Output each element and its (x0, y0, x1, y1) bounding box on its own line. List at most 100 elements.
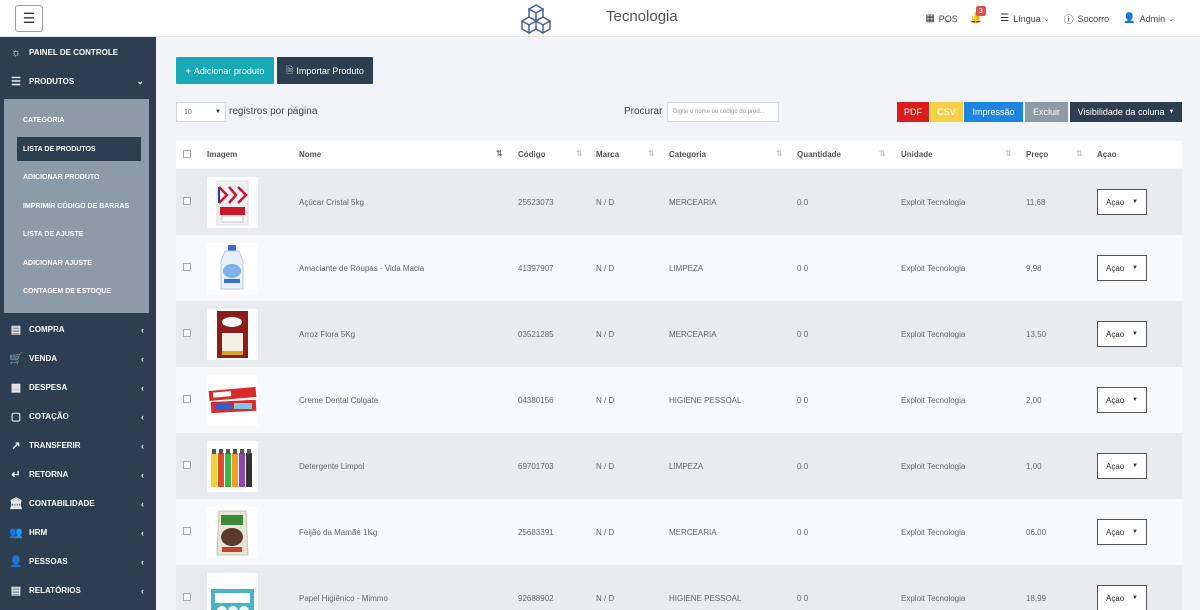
sidebar-item-people[interactable]: 👤 PESSOAS ‹ (0, 547, 156, 576)
row-checkbox[interactable] (183, 593, 191, 601)
product-brand: N / D (596, 396, 615, 405)
submenu-item-print-barcode[interactable]: IMPRIMIR CÓDIGO DE BARRAS (17, 194, 137, 218)
table-row: Feijão da Mamãe 1Kg 25683391 N / D MERCE… (176, 499, 1182, 565)
hamburger-menu-button[interactable]: ☰ (15, 5, 43, 32)
sort-icon[interactable]: ⇅ (496, 149, 503, 158)
submenu-item-category[interactable]: CATEGORIA (17, 108, 137, 132)
sidebar-item-expense[interactable]: ▩ DESPESA ‹ (0, 373, 156, 402)
col-header-unit[interactable]: Unidade (901, 150, 933, 159)
action-label: Açao (1106, 593, 1125, 603)
person-icon: 👤 (9, 556, 23, 568)
action-dropdown-button[interactable]: Açao ▼ (1097, 189, 1147, 215)
sidebar-item-transfer[interactable]: ↗ TRANSFERIR ‹ (0, 431, 156, 460)
add-product-button[interactable]: + Adicionar produto (176, 57, 274, 84)
product-price: 2,00 (1026, 396, 1042, 405)
product-brand: N / D (596, 330, 615, 339)
submenu-item-stock-count[interactable]: CONTAGEM DE ESTOQUE (17, 279, 137, 303)
col-header-price[interactable]: Preço (1026, 150, 1048, 159)
grid-icon: ▦ (925, 13, 935, 24)
action-label: Açao (1106, 527, 1125, 537)
caret-down-icon: ▼ (1132, 331, 1138, 337)
sort-icon[interactable]: ⇅ (776, 149, 783, 158)
sort-icon[interactable]: ⇅ (576, 149, 583, 158)
submenu-item-add-product[interactable]: ADICIONAR PRODUTO (17, 165, 137, 189)
row-checkbox[interactable] (183, 329, 191, 337)
col-header-category[interactable]: Categoria (669, 150, 706, 159)
sidebar-item-quotation[interactable]: ▢ COTAÇÃO ‹ (0, 402, 156, 431)
notifications-button[interactable]: 🔔 3 (970, 6, 986, 24)
sidebar-item-label: PESSOAS (29, 557, 68, 566)
sort-icon[interactable]: ⇅ (1076, 149, 1083, 158)
user-dropdown[interactable]: 👤 Admin ⌄ (1123, 13, 1174, 24)
sidebar-item-products[interactable]: ☰ PRODUTOS ⌄ (0, 67, 156, 96)
col-header-code[interactable]: Código (518, 150, 546, 159)
export-pdf-button[interactable]: PDF (897, 102, 929, 122)
delete-button[interactable]: Excluir (1025, 102, 1068, 122)
submenu-item-adjustment-list[interactable]: LISTA DE AJUSTE (17, 222, 137, 246)
sort-icon[interactable]: ⇅ (648, 149, 655, 158)
chevron-left-icon: ‹ (141, 382, 144, 393)
chevron-left-icon: ‹ (141, 440, 144, 451)
action-dropdown-button[interactable]: Açao ▼ (1097, 321, 1147, 347)
sidebar-item-label: DESPESA (29, 383, 68, 392)
table-row: Arroz Flora 5Kg 03521285 N / D MERCEARIA… (176, 301, 1182, 367)
col-header-quantity[interactable]: Quantidade (797, 150, 841, 159)
wallet-icon: ▩ (10, 382, 22, 394)
sort-icon[interactable]: ⇅ (1005, 149, 1012, 158)
plus-icon: + (185, 65, 191, 76)
language-dropdown[interactable]: ☰ Língua ⌄ (1000, 13, 1049, 24)
row-checkbox[interactable] (183, 461, 191, 469)
user-icon: 👤 (1123, 13, 1136, 24)
product-brand: N / D (596, 594, 615, 603)
action-dropdown-button[interactable]: Açao ▼ (1097, 519, 1147, 545)
product-image (207, 573, 258, 610)
sidebar-item-return[interactable]: ↵ RETORNA ‹ (0, 460, 156, 489)
caret-down-icon: ▼ (1132, 529, 1138, 535)
users-icon: 👥 (9, 527, 23, 539)
column-visibility-button[interactable]: Visibilidade da coluna ▼ (1070, 102, 1182, 122)
sidebar-item-dashboard[interactable]: ☼ PAINEL DE CONTROLE (0, 38, 156, 67)
list-icon: ☰ (11, 76, 21, 88)
col-header-name[interactable]: Nome (299, 150, 321, 159)
dashboard-icon: ☼ (10, 46, 22, 59)
sidebar-item-purchase[interactable]: ▤ COMPRA ‹ (0, 315, 156, 344)
row-checkbox[interactable] (183, 197, 191, 205)
pos-link[interactable]: ▦ POS (925, 13, 957, 24)
action-dropdown-button[interactable]: Açao ▼ (1097, 255, 1147, 281)
action-dropdown-button[interactable]: Açao ▼ (1097, 387, 1147, 413)
action-dropdown-button[interactable]: Açao ▼ (1097, 453, 1147, 479)
row-checkbox[interactable] (183, 395, 191, 403)
col-header-brand[interactable]: Marca (596, 150, 619, 159)
page-length-select[interactable]: 10 ▼ (176, 102, 226, 122)
product-brand: N / D (596, 462, 615, 471)
product-price: 1,00 (1026, 462, 1042, 471)
product-category: HIGIENE PESSOAL (669, 594, 742, 603)
sidebar-item-hrm[interactable]: 👥 HRM ‹ (0, 518, 156, 547)
select-all-checkbox[interactable] (183, 150, 191, 158)
row-checkbox[interactable] (183, 527, 191, 535)
sidebar-item-accounting[interactable]: 🏛 CONTABILIDADE ‹ (0, 489, 156, 518)
help-link[interactable]: ⓘ Socorro (1064, 11, 1110, 27)
caret-down-icon: ▼ (1132, 595, 1138, 601)
export-csv-button[interactable]: CSV (930, 102, 963, 122)
sidebar-item-sales[interactable]: 🛒 VENDA ‹ (0, 344, 156, 373)
sidebar-item-reports[interactable]: ▤ RELATÓRIOS ‹ (0, 576, 156, 605)
action-label: Açao (1106, 461, 1125, 471)
add-product-label: Adicionar produto (193, 65, 265, 76)
chevron-left-icon: ‹ (141, 527, 144, 538)
search-input[interactable]: Digite o nome ou código do prod... (667, 102, 779, 122)
import-product-button[interactable]: 🗎 Importar Produto (277, 57, 373, 84)
action-dropdown-button[interactable]: Açao ▼ (1097, 585, 1147, 610)
sidebar-item-label: PRODUTOS (29, 77, 75, 86)
print-button[interactable]: Impressão (964, 102, 1023, 122)
product-quantity: 0 0 (797, 264, 809, 273)
sort-icon[interactable]: ⇅ (879, 149, 886, 158)
chevron-down-icon: ⌄ (1043, 15, 1050, 23)
product-image (207, 441, 258, 492)
product-code: 41397907 (518, 264, 554, 273)
page-length-label: registros por página (229, 106, 318, 117)
submenu-item-add-adjustment[interactable]: ADICIONAR AJUSTE (17, 251, 137, 275)
page-length-value: 10 (184, 108, 192, 116)
row-checkbox[interactable] (183, 263, 191, 271)
submenu-item-product-list[interactable]: LISTA DE PRODUTOS (17, 137, 141, 161)
